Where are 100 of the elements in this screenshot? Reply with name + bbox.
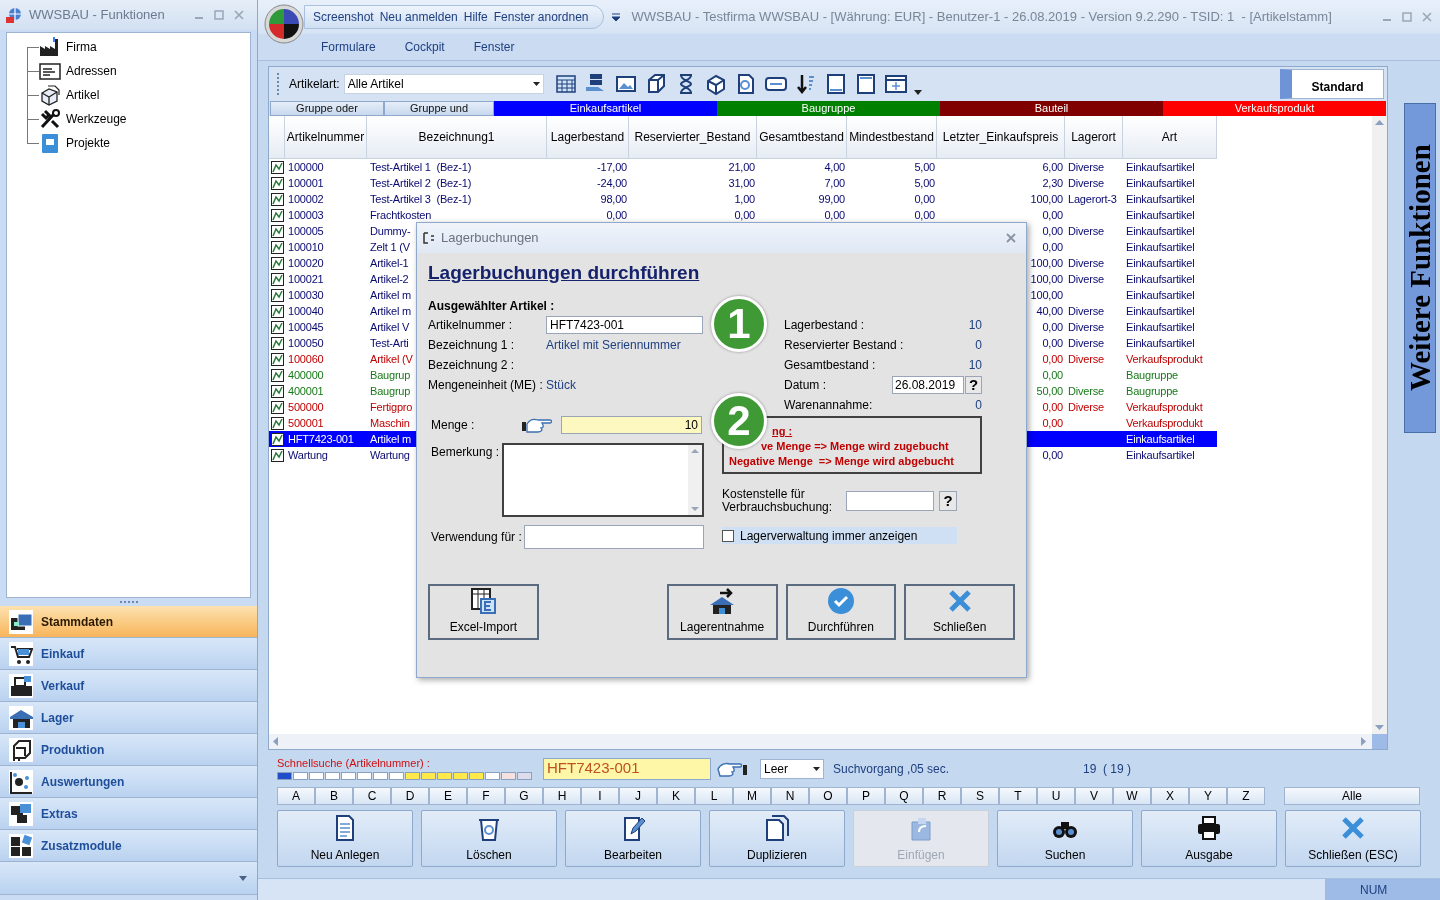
letter-button[interactable]: A bbox=[277, 787, 315, 805]
tree-item[interactable]: Artikel bbox=[66, 86, 100, 104]
overflow-caret-icon[interactable] bbox=[913, 90, 922, 96]
letter-button[interactable]: T bbox=[999, 787, 1037, 805]
letter-button[interactable]: C bbox=[353, 787, 391, 805]
tree-item[interactable]: Adressen bbox=[66, 62, 117, 80]
quantity-field[interactable]: 10 bbox=[561, 416, 702, 434]
ribbon-tab[interactable]: Formulare bbox=[321, 38, 376, 56]
letter-button[interactable]: E bbox=[429, 787, 467, 805]
text-field[interactable]: HFT7423-001 bbox=[546, 316, 703, 334]
edit-icon[interactable] bbox=[270, 272, 284, 286]
date-field[interactable]: 26.08.2019 bbox=[892, 376, 964, 394]
nav-item[interactable]: Lager bbox=[0, 702, 257, 734]
edit-icon[interactable] bbox=[270, 352, 284, 366]
toolbar-button[interactable]: Bearbeiten bbox=[565, 810, 701, 867]
edit-icon[interactable] bbox=[270, 416, 284, 430]
letter-button[interactable]: V bbox=[1075, 787, 1113, 805]
all-button[interactable]: Alle bbox=[1284, 787, 1420, 805]
letter-button[interactable]: Q bbox=[885, 787, 923, 805]
help-button[interactable]: ? bbox=[939, 491, 957, 511]
edit-icon[interactable] bbox=[270, 176, 284, 190]
edit-icon[interactable] bbox=[270, 256, 284, 270]
column-header[interactable]: Bezeichnung1 bbox=[367, 116, 547, 158]
caret-icon[interactable] bbox=[239, 875, 247, 881]
letter-button[interactable]: F bbox=[467, 787, 505, 805]
window-expand-icon[interactable] bbox=[883, 72, 908, 96]
letter-button[interactable]: J bbox=[619, 787, 657, 805]
edit-icon[interactable] bbox=[270, 208, 284, 222]
nav-item[interactable]: Extras bbox=[0, 798, 257, 830]
letter-button[interactable]: R bbox=[923, 787, 961, 805]
letter-button[interactable]: D bbox=[391, 787, 429, 805]
edit-icon[interactable] bbox=[270, 192, 284, 206]
toolbar-button[interactable]: Neu Anlegen bbox=[277, 810, 413, 867]
toolbar-link[interactable]: Screenshot bbox=[313, 8, 374, 26]
pointing-hand-icon[interactable] bbox=[521, 416, 553, 434]
mode-dropdown[interactable]: Leer bbox=[760, 758, 824, 779]
letter-button[interactable]: N bbox=[771, 787, 809, 805]
toolbar-link[interactable]: Fenster anordnen bbox=[493, 8, 589, 26]
letter-button[interactable]: O bbox=[809, 787, 847, 805]
letter-button[interactable]: H bbox=[543, 787, 581, 805]
toolbar-button[interactable]: Schließen (ESC) bbox=[1285, 810, 1421, 867]
letter-button[interactable]: S bbox=[961, 787, 999, 805]
toolbar-button[interactable]: Suchen bbox=[997, 810, 1133, 867]
column-header[interactable]: Mindestbestand bbox=[847, 116, 937, 158]
letter-button[interactable]: W bbox=[1113, 787, 1151, 805]
text-field[interactable] bbox=[846, 491, 934, 511]
nav-item[interactable]: Produktion bbox=[0, 734, 257, 766]
column-header[interactable]: Art bbox=[1123, 116, 1217, 158]
edit-icon[interactable] bbox=[270, 320, 284, 334]
text-field[interactable] bbox=[524, 525, 704, 549]
side-tab[interactable]: Weitere Funktionen bbox=[1404, 103, 1436, 433]
letter-button[interactable]: L bbox=[695, 787, 733, 805]
column-header[interactable]: Reservierter_Bestand bbox=[629, 116, 757, 158]
edit-icon[interactable] bbox=[270, 224, 284, 238]
filter-button[interactable]: Gruppe oder bbox=[270, 101, 384, 116]
nav-item[interactable]: Zusatzmodule bbox=[0, 830, 257, 862]
edit-icon[interactable] bbox=[270, 160, 284, 174]
edit-icon[interactable] bbox=[270, 368, 284, 382]
edit-icon[interactable] bbox=[270, 240, 284, 254]
tree-item[interactable]: Projekte bbox=[66, 134, 111, 152]
letter-button[interactable]: U bbox=[1037, 787, 1075, 805]
letter-button[interactable]: P bbox=[847, 787, 885, 805]
letter-button[interactable]: Z bbox=[1227, 787, 1265, 805]
edit-icon[interactable] bbox=[270, 432, 284, 446]
toolbar-link[interactable]: Hilfe bbox=[463, 8, 488, 26]
nav-item[interactable]: Verkauf bbox=[0, 670, 257, 702]
letter-button[interactable]: Y bbox=[1189, 787, 1227, 805]
column-header[interactable]: Gesamtbestand bbox=[757, 116, 847, 158]
column-header[interactable]: Artikelnummer bbox=[285, 116, 367, 158]
checkbox[interactable] bbox=[722, 529, 734, 542]
dialog-button[interactable]: Schließen bbox=[904, 584, 1015, 640]
toolbar-button[interactable]: Löschen bbox=[421, 810, 557, 867]
letter-button[interactable]: X bbox=[1151, 787, 1189, 805]
edit-icon[interactable] bbox=[270, 304, 284, 318]
letter-button[interactable]: K bbox=[657, 787, 695, 805]
standard-button[interactable]: Standard bbox=[1280, 69, 1384, 99]
help-button[interactable]: ? bbox=[965, 376, 982, 394]
splitter-grip[interactable] bbox=[118, 600, 139, 604]
ribbon-tab[interactable]: Cockpit bbox=[404, 38, 445, 56]
nav-item[interactable]: Einkauf bbox=[0, 638, 257, 670]
letter-button[interactable]: I bbox=[581, 787, 619, 805]
nav-item[interactable]: Stammdaten bbox=[0, 606, 257, 638]
letter-button[interactable]: B bbox=[315, 787, 353, 805]
edit-icon[interactable] bbox=[270, 400, 284, 414]
toolbar-button[interactable]: Duplizieren bbox=[709, 810, 845, 867]
edit-icon[interactable] bbox=[270, 384, 284, 398]
edit-icon[interactable] bbox=[270, 288, 284, 302]
toolbar-link[interactable]: Neu anmelden bbox=[379, 8, 458, 26]
close-icon[interactable] bbox=[1006, 233, 1016, 243]
ribbon-tab[interactable]: Fenster bbox=[473, 38, 515, 56]
letter-button[interactable]: M bbox=[733, 787, 771, 805]
column-header[interactable]: Lagerort bbox=[1065, 116, 1123, 158]
tree-item[interactable]: Firma bbox=[66, 38, 97, 56]
dialog-button[interactable]: Excel-Import bbox=[428, 584, 539, 640]
edit-icon[interactable] bbox=[270, 448, 284, 462]
tree-item[interactable]: Werkzeuge bbox=[66, 110, 127, 128]
artikelart-dropdown[interactable]: Alle Artikel bbox=[343, 74, 544, 94]
dropdown-caret-icon[interactable] bbox=[611, 13, 620, 21]
edit-icon[interactable] bbox=[270, 336, 284, 350]
calendar-icon[interactable] bbox=[553, 72, 578, 96]
